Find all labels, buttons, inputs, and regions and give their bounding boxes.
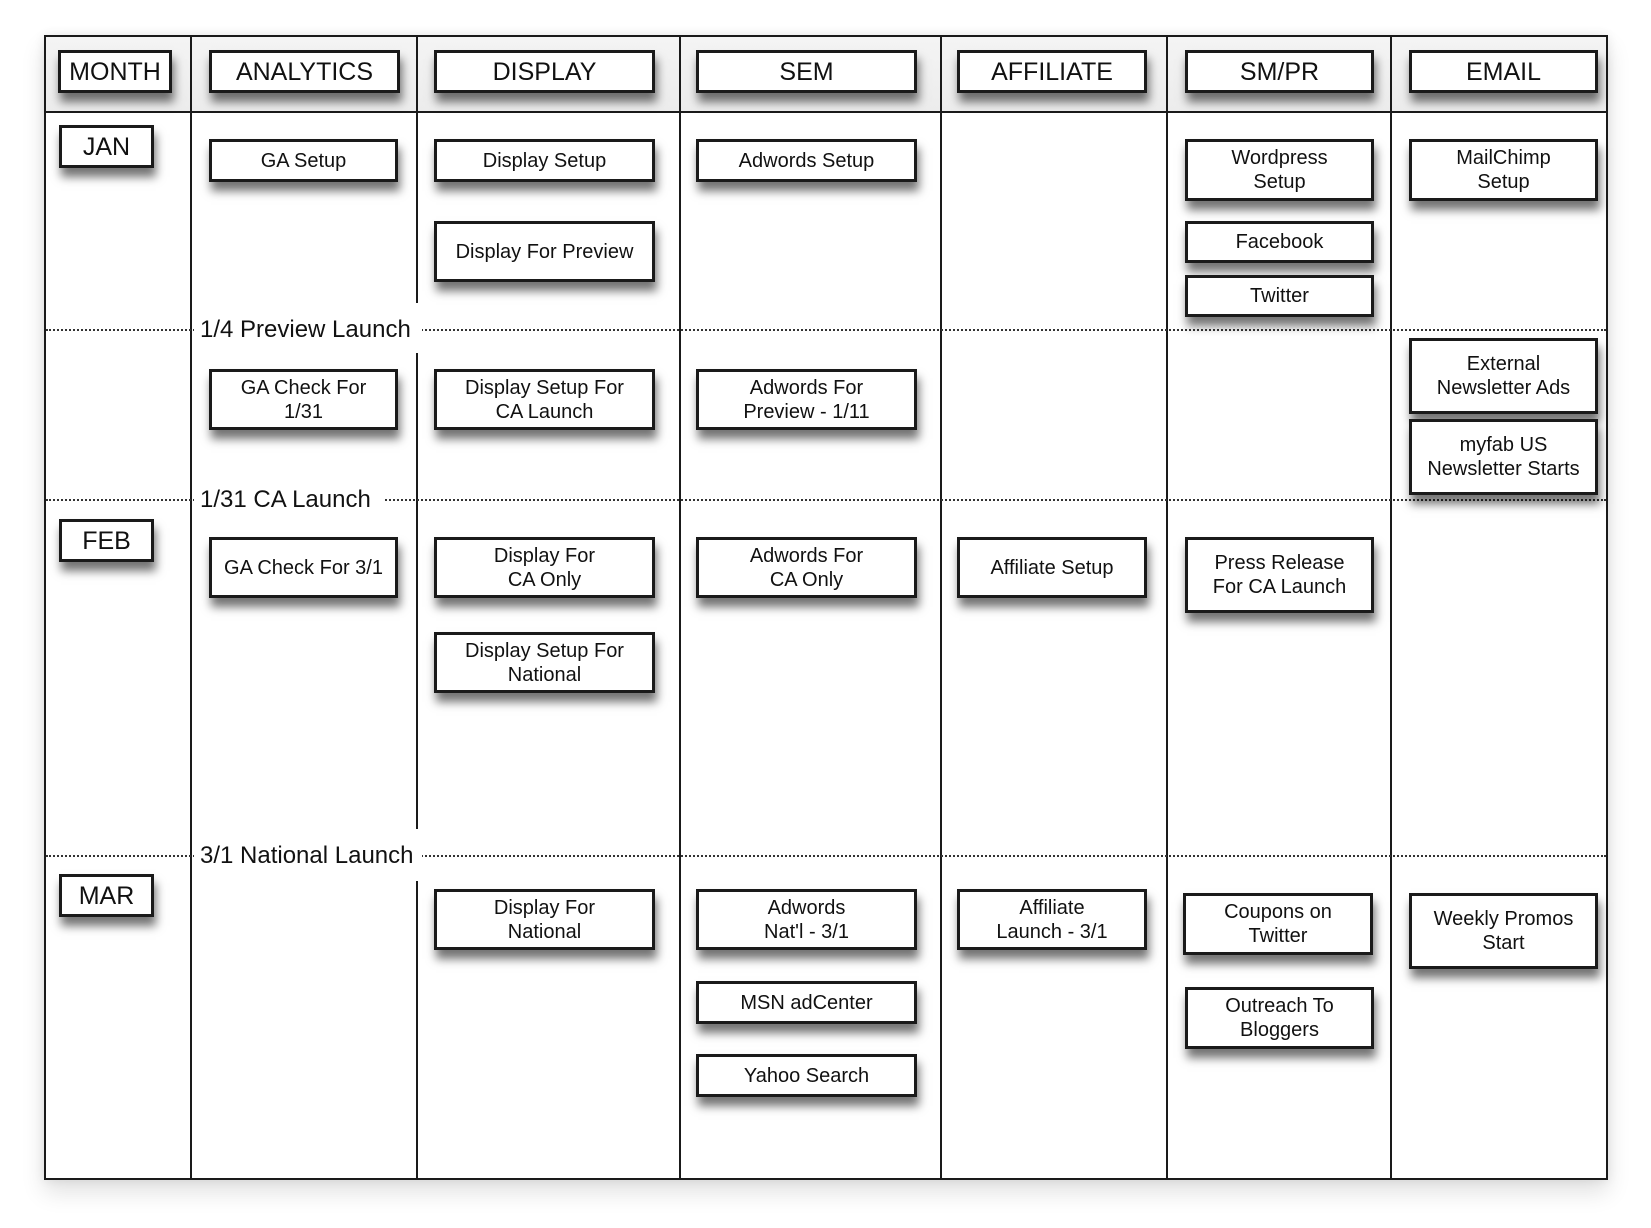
column-divider-analytics <box>190 35 192 1180</box>
header-affiliate: AFFILIATE <box>957 50 1147 93</box>
task-display-ca-only: Display For CA Only <box>434 537 655 598</box>
column-divider-email <box>1390 35 1392 1180</box>
column-divider-display <box>416 35 418 1180</box>
header-display: DISPLAY <box>434 50 655 93</box>
milestone-label-national: 3/1 National Launch <box>194 842 422 870</box>
column-divider-smpr <box>1166 35 1168 1180</box>
header-sem: SEM <box>696 50 917 93</box>
task-myfab-newsletter: myfab US Newsletter Starts <box>1409 419 1598 495</box>
header-analytics: ANALYTICS <box>209 50 400 93</box>
task-display-national: Display For National <box>434 889 655 950</box>
task-display-setup-ca-launch: Display Setup For CA Launch <box>434 369 655 430</box>
month-jan: JAN <box>59 125 154 168</box>
header-month: MONTH <box>58 50 172 93</box>
task-ga-check-1-31: GA Check For 1/31 <box>209 369 398 430</box>
task-affiliate-launch: Affiliate Launch - 3/1 <box>957 889 1147 950</box>
task-msn-adcenter: MSN adCenter <box>696 981 917 1024</box>
task-adwords-setup: Adwords Setup <box>696 139 917 182</box>
task-yahoo-search: Yahoo Search <box>696 1054 917 1097</box>
task-external-newsletter-ads: External Newsletter Ads <box>1409 338 1598 414</box>
column-divider-sem <box>679 35 681 1180</box>
column-divider-affiliate <box>940 35 942 1180</box>
milestone-label-ca: 1/31 CA Launch <box>194 486 385 514</box>
month-feb: FEB <box>59 519 154 562</box>
task-facebook: Facebook <box>1185 221 1374 263</box>
task-affiliate-setup: Affiliate Setup <box>957 537 1147 598</box>
header-smpr: SM/PR <box>1185 50 1374 93</box>
task-coupons-twitter: Coupons on Twitter <box>1183 893 1373 955</box>
task-mailchimp-setup: MailChimp Setup <box>1409 139 1598 201</box>
month-mar: MAR <box>59 874 154 917</box>
task-ga-check-3-1: GA Check For 3/1 <box>209 537 398 598</box>
task-ga-setup: GA Setup <box>209 139 398 182</box>
task-adwords-preview: Adwords For Preview - 1/11 <box>696 369 917 430</box>
header-email: EMAIL <box>1409 50 1598 93</box>
task-adwords-national: Adwords Nat'l - 3/1 <box>696 889 917 950</box>
task-outreach-bloggers: Outreach To Bloggers <box>1185 987 1374 1049</box>
task-display-for-preview: Display For Preview <box>434 221 655 282</box>
task-press-release: Press Release For CA Launch <box>1185 537 1374 613</box>
task-display-setup-national: Display Setup For National <box>434 632 655 693</box>
milestone-label-preview: 1/4 Preview Launch <box>194 316 419 344</box>
task-weekly-promos: Weekly Promos Start <box>1409 893 1598 969</box>
task-display-setup: Display Setup <box>434 139 655 182</box>
header-divider <box>44 111 1608 113</box>
task-adwords-ca-only: Adwords For CA Only <box>696 537 917 598</box>
task-twitter: Twitter <box>1185 275 1374 317</box>
task-wordpress-setup: Wordpress Setup <box>1185 139 1374 201</box>
